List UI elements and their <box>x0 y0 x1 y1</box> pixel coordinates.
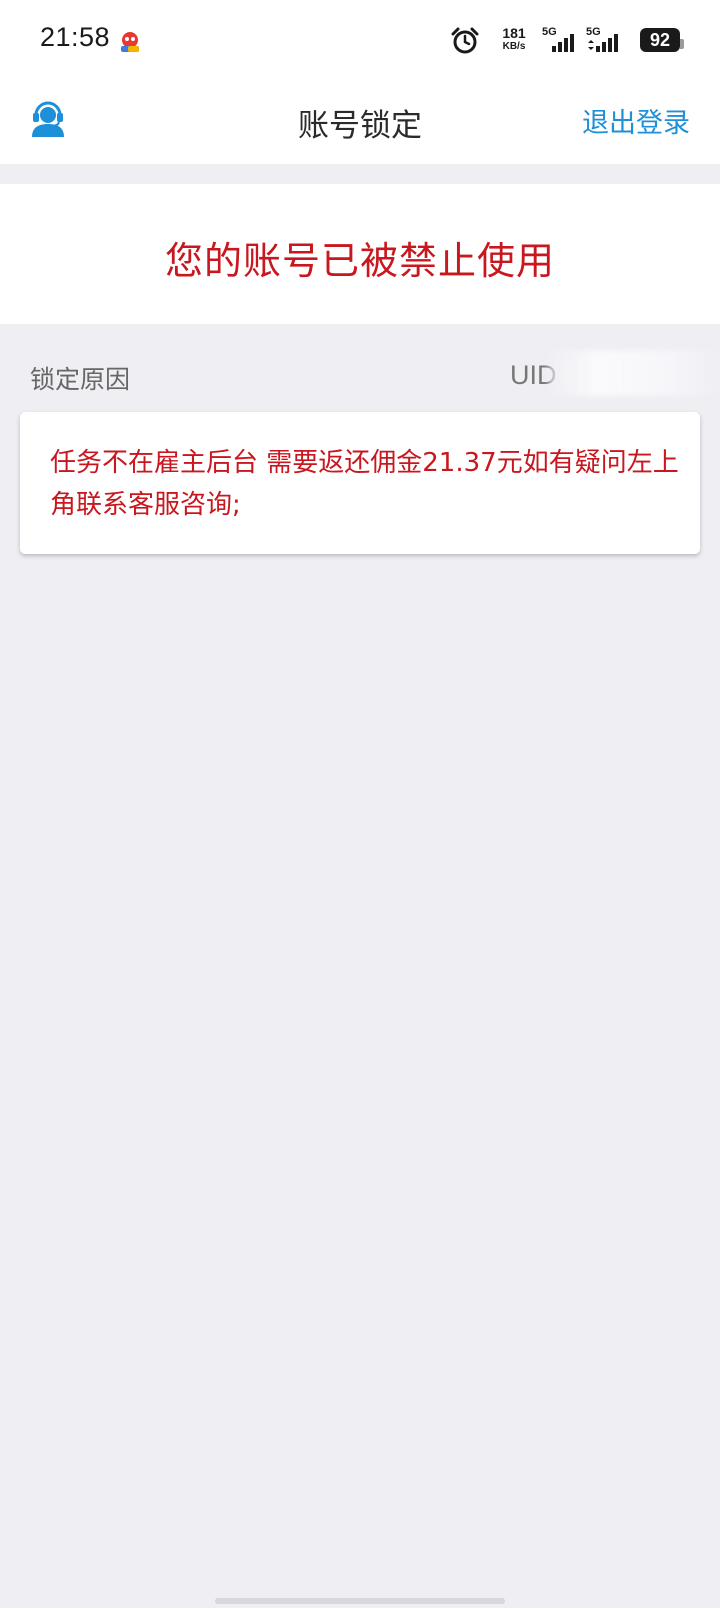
alarm-icon <box>451 27 479 54</box>
ban-message: 您的账号已被禁止使用 <box>164 239 555 283</box>
page: 21:58 181 KB/s 5G 5G 92 账号锁定 退出登录 您的账号已被… <box>0 0 720 1608</box>
battery-level: 92 <box>649 30 671 50</box>
signal-2-icon: 5G <box>586 26 626 56</box>
reason-label: 锁定原因 <box>30 365 131 394</box>
network-speed-value: 181 <box>502 25 526 41</box>
status-time: 21:58 <box>40 22 111 52</box>
notification-app-icon <box>118 30 142 54</box>
battery-icon: 92 <box>640 28 684 52</box>
network-speed: 181 KB/s <box>494 26 534 53</box>
reason-text: 任务不在雇主后台 需要返还佣金21.37元如有疑问左上角联系客服咨询; <box>50 448 679 520</box>
ban-banner: 您的账号已被禁止使用 <box>0 184 720 324</box>
status-bar: 21:58 181 KB/s 5G 5G 92 <box>0 0 720 80</box>
reason-card: 任务不在雇主后台 需要返还佣金21.37元如有疑问左上角联系客服咨询; <box>20 412 700 554</box>
logout-button[interactable]: 退出登录 <box>582 101 690 140</box>
network-speed-unit: KB/s <box>502 41 526 52</box>
signal-1-icon: 5G <box>542 26 582 56</box>
reason-header: 锁定原因 UID <box>0 350 720 400</box>
uid-redacted <box>548 350 720 396</box>
app-header: 账号锁定 退出登录 <box>0 80 720 164</box>
home-indicator[interactable] <box>215 1598 505 1604</box>
